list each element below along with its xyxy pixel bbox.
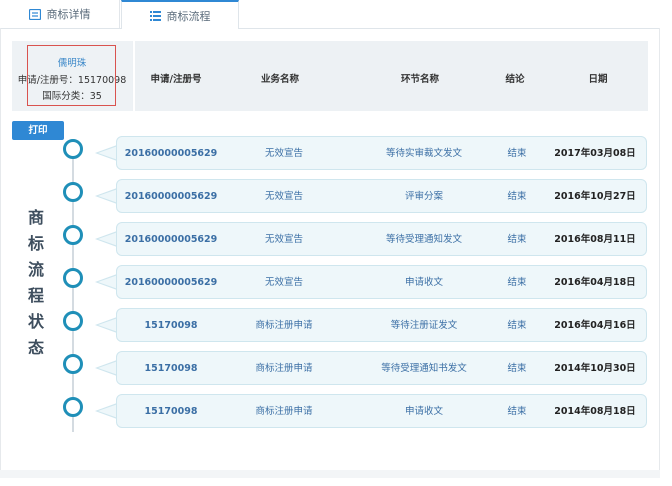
cell-date: 2017年03月08日 [554, 148, 636, 159]
bottom-border [0, 470, 660, 478]
row-pointer-inner [98, 275, 118, 289]
cell-business: 无效宣告 [264, 191, 303, 202]
cell-business: 无效宣告 [264, 277, 303, 288]
cell-result: 结束 [507, 234, 527, 245]
row-pointer-inner [98, 361, 118, 375]
cell-result: 结束 [507, 406, 527, 417]
cell-step: 等待实审裁文发文 [385, 148, 462, 159]
timeline-node [63, 311, 83, 331]
table-row[interactable]: 20160000005629 无效宣告 等待受理通知发文 结束 2016年08月… [116, 222, 647, 256]
cell-step: 申请收文 [404, 277, 443, 288]
highlight-box [27, 45, 116, 106]
table-row[interactable]: 15170098 商标注册申请 等待注册证发文 结束 2016年04月16日 [116, 308, 647, 342]
cell-app-no: 15170098 [144, 320, 198, 331]
timeline-node [63, 182, 83, 202]
cell-business: 无效宣告 [264, 148, 303, 159]
header-app-no: 申请/注册号 [150, 74, 202, 85]
cell-result: 结束 [507, 148, 527, 159]
cell-result: 结束 [507, 277, 527, 288]
cell-app-no: 20160000005629 [124, 191, 218, 202]
cell-business: 无效宣告 [264, 234, 303, 245]
vertical-title: 商 标 流 程 状 态 [24, 208, 48, 358]
tab-label: 商标详情 [46, 8, 91, 21]
cell-business: 商标注册申请 [255, 406, 313, 417]
timeline-node [63, 397, 83, 417]
row-pointer-inner [98, 189, 118, 203]
cell-business: 商标注册申请 [255, 320, 313, 331]
table-row[interactable]: 20160000005629 无效宣告 等待实审裁文发文 结束 2017年03月… [116, 136, 647, 170]
table-row[interactable]: 20160000005629 无效宣告 评审分案 结束 2016年10月27日 [116, 179, 647, 213]
vertical-title-char: 状 [27, 312, 44, 331]
header-date: 日期 [588, 74, 608, 85]
tab-trademark-process[interactable]: 商标流程 [121, 0, 239, 29]
timeline-node [63, 268, 83, 288]
table-row[interactable]: 15170098 商标注册申请 申请收文 结束 2014年08月18日 [116, 394, 647, 428]
header-business: 业务名称 [260, 74, 299, 85]
list-icon [149, 10, 161, 21]
cell-step: 等待受理通知书发文 [381, 363, 467, 374]
tab-bar: 商标详情 商标流程 [0, 0, 660, 29]
cell-step: 评审分案 [404, 191, 443, 202]
print-button[interactable]: 打印 [12, 121, 64, 140]
vertical-title-char: 程 [27, 286, 44, 305]
cell-date: 2016年04月16日 [554, 320, 636, 331]
cell-app-no: 15170098 [144, 363, 198, 374]
cell-result: 结束 [507, 320, 527, 331]
timeline-node [63, 225, 83, 245]
document-icon [28, 8, 41, 20]
header-result: 结论 [505, 74, 525, 85]
vertical-title-char: 标 [27, 234, 44, 253]
row-pointer-inner [98, 232, 118, 246]
table-row[interactable]: 15170098 商标注册申请 等待受理通知书发文 结束 2014年10月30日 [116, 351, 647, 385]
cell-result: 结束 [507, 363, 527, 374]
cell-business: 商标注册申请 [255, 363, 313, 374]
cell-date: 2014年10月30日 [554, 363, 636, 374]
header-step: 环节名称 [400, 74, 439, 85]
cell-date: 2016年04月18日 [554, 277, 636, 288]
cell-step: 申请收文 [404, 406, 443, 417]
cell-date: 2016年08月11日 [554, 234, 636, 245]
tab-label: 商标流程 [166, 9, 211, 23]
cell-result: 结束 [507, 191, 527, 202]
cell-step: 等待受理通知发文 [385, 234, 462, 245]
cell-step: 等待注册证发文 [390, 320, 458, 331]
cell-date: 2016年10月27日 [554, 191, 636, 202]
cell-app-no: 15170098 [144, 406, 198, 417]
table-row[interactable]: 20160000005629 无效宣告 申请收文 结束 2016年04月18日 [116, 265, 647, 299]
row-pointer-inner [98, 318, 118, 332]
row-pointer-inner [98, 404, 118, 418]
timeline-node [63, 139, 83, 159]
vertical-title-char: 商 [27, 208, 44, 227]
vertical-title-char: 态 [27, 338, 44, 357]
cell-app-no: 20160000005629 [124, 277, 218, 288]
cell-date: 2014年08月18日 [554, 406, 636, 417]
timeline-node [63, 354, 83, 374]
cell-app-no: 20160000005629 [124, 148, 218, 159]
cell-app-no: 20160000005629 [124, 234, 218, 245]
vertical-title-char: 流 [27, 260, 44, 279]
row-pointer-inner [98, 146, 118, 160]
tab-trademark-details[interactable]: 商标详情 [0, 0, 120, 28]
